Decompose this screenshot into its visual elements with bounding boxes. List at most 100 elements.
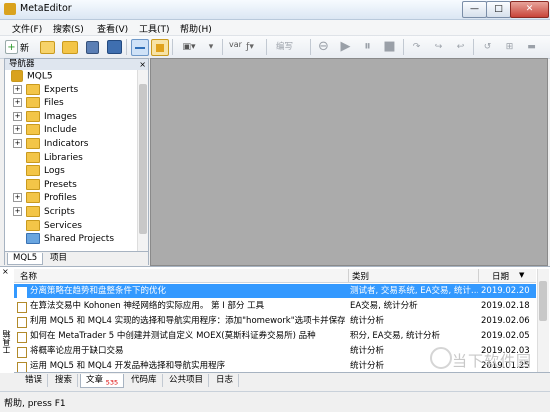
table-row[interactable]: 如何在 MetaTrader 5 中创建并测试自定义 MOEX(莫斯科证券交易所…: [14, 329, 536, 343]
scrollbar-thumb[interactable]: [139, 84, 147, 234]
tree-item-libraries[interactable]: Libraries: [5, 151, 145, 166]
maximize-button[interactable]: □: [486, 1, 511, 18]
tree-item-experts[interactable]: + Experts: [5, 83, 145, 98]
expand-icon[interactable]: +: [13, 139, 22, 148]
column-separator[interactable]: [478, 269, 479, 282]
tree-item-images[interactable]: + Images: [5, 110, 145, 125]
article-date: 2019.02.06: [481, 316, 530, 326]
tree-label: Scripts: [44, 207, 75, 217]
tab-search[interactable]: 搜索: [50, 374, 79, 387]
insert-dropdown-icon[interactable]: ▾: [204, 39, 218, 54]
navigator-header: 导航器 ×: [5, 59, 148, 70]
tab-errors[interactable]: 错误: [20, 374, 49, 387]
tree-item-profiles[interactable]: + Profiles: [5, 192, 145, 206]
expand-icon[interactable]: +: [13, 84, 22, 94]
tab-project[interactable]: 项目: [45, 253, 72, 264]
tree-item-scripts[interactable]: + Scripts: [5, 206, 145, 220]
table-row[interactable]: 分离策略在趋势和盘整条件下的优化 测试者, 交易系统, EA交易, 统计… 20…: [14, 284, 536, 298]
expand-icon[interactable]: +: [13, 111, 22, 121]
tab-mql5[interactable]: MQL5: [7, 253, 44, 265]
tree-label: Libraries: [44, 152, 83, 163]
menu-search[interactable]: 搜索(S): [53, 22, 84, 35]
table-row[interactable]: 在算法交易中 Kohonen 神经网络的实际应用。 第 I 部分 工具 EA交易…: [14, 299, 536, 313]
styler-dropdown-icon[interactable]: ▣▾: [178, 39, 200, 54]
article-category: 统计分析: [350, 316, 385, 326]
folder-icon: [26, 124, 40, 136]
document-icon: [17, 332, 27, 343]
article-title: 运用 MQL5 和 MQL4 开发品种选择和导航实用程序: [30, 361, 226, 371]
watermark: 当下软件园: [452, 352, 533, 370]
tree-item-logs[interactable]: Logs: [5, 165, 145, 179]
breakpoint-icon[interactable]: ↺: [480, 39, 495, 54]
watermark-logo-icon: [430, 347, 452, 369]
tree-item-services[interactable]: Services: [5, 219, 145, 234]
save-all-icon[interactable]: [107, 40, 122, 54]
document-icon: [17, 317, 27, 328]
function-dropdown-icon[interactable]: ƒ▾: [240, 39, 260, 54]
tree-item-presets[interactable]: Presets: [5, 178, 145, 193]
remove-breakpoints-icon[interactable]: ▬: [524, 39, 539, 54]
watch-icon[interactable]: ⊞: [502, 39, 517, 54]
expand-icon[interactable]: +: [13, 125, 22, 135]
column-name[interactable]: 名称: [20, 270, 37, 282]
toolbar: + 新 ▣▾ ▾ var ƒ▾ 编写 ⊖ ▶ ⏸ ■ ↷ ↪ ↩ ↺ ⊞ ▬: [0, 36, 550, 59]
toolbox-toggle-icon[interactable]: [151, 39, 169, 56]
step-over-icon[interactable]: ↪: [431, 39, 446, 54]
new-label: 新: [20, 43, 30, 54]
tree-item-shared-projects[interactable]: Shared Projects: [5, 233, 145, 247]
step-out-icon[interactable]: ↩: [453, 39, 468, 54]
play-icon[interactable]: ▶: [338, 39, 353, 54]
expand-icon[interactable]: +: [13, 193, 22, 203]
tab-journal[interactable]: 日志: [211, 374, 240, 387]
tab-articles[interactable]: 文章 535: [80, 374, 125, 388]
open-folder-icon[interactable]: [62, 41, 78, 54]
mql5-icon: [11, 70, 23, 82]
column-separator[interactable]: [348, 269, 349, 282]
tree-item-include[interactable]: + Include: [5, 124, 145, 138]
close-window-button[interactable]: ✕: [510, 1, 549, 18]
toolbar-separator: [310, 39, 311, 55]
tab-public-projects[interactable]: 公共项目: [164, 374, 210, 387]
menu-help[interactable]: 帮助(H): [180, 22, 212, 35]
navigator-title: 导航器: [9, 59, 35, 69]
folder-icon: [26, 178, 40, 190]
expand-icon[interactable]: +: [13, 98, 22, 108]
tab-codebase[interactable]: 代码库: [126, 374, 163, 387]
table-row[interactable]: 利用 MQL5 和 MQL4 实现的选择和导航实用程序：添加"homework"…: [14, 314, 536, 328]
articles-count-badge: 535: [105, 378, 119, 387]
tree-label: Images: [44, 111, 77, 122]
step-into-icon[interactable]: ↷: [409, 39, 424, 54]
menu-bar: 文件(F) 搜索(S) 查看(V) 工具(T) 帮助(H): [0, 20, 550, 36]
document-icon: [17, 302, 27, 313]
save-icon[interactable]: [86, 41, 99, 54]
toolbar-separator: [473, 39, 474, 55]
step-back-icon[interactable]: ⊖: [316, 39, 331, 54]
menu-file[interactable]: 文件(F): [12, 22, 42, 35]
stop-icon[interactable]: ■: [382, 39, 397, 54]
new-button[interactable]: + 新: [5, 39, 35, 55]
menu-view[interactable]: 查看(V): [97, 22, 128, 35]
pause-icon[interactable]: ⏸: [360, 39, 375, 54]
tree-item-indicators[interactable]: + Indicators: [5, 138, 145, 152]
tree-root-mql5[interactable]: MQL5: [5, 70, 143, 84]
navigator-toggle-icon[interactable]: [131, 39, 149, 56]
navigator-close-button[interactable]: ×: [139, 59, 146, 70]
new-folder-icon[interactable]: [40, 41, 55, 54]
editor-workspace[interactable]: [150, 58, 548, 266]
toolbox-scrollbar[interactable]: [537, 269, 549, 372]
scrollbar-thumb[interactable]: [539, 281, 547, 321]
sort-desc-icon: ▼: [519, 271, 525, 279]
toolbox-close-icon[interactable]: ×: [2, 267, 12, 279]
tree-label: Files: [44, 98, 64, 109]
expand-placeholder: [13, 179, 22, 189]
navigator-scrollbar[interactable]: [137, 70, 148, 251]
tree-item-files[interactable]: + Files: [5, 97, 145, 111]
column-date[interactable]: 日期: [492, 270, 509, 282]
compile-button[interactable]: 编写: [276, 40, 293, 52]
minimize-button[interactable]: —: [462, 1, 487, 18]
menu-tools[interactable]: 工具(T): [139, 22, 170, 35]
expand-icon[interactable]: +: [13, 207, 22, 216]
tab-label: 文章: [86, 375, 104, 385]
column-category[interactable]: 类别: [352, 270, 369, 282]
tree-label: Shared Projects: [44, 234, 115, 245]
